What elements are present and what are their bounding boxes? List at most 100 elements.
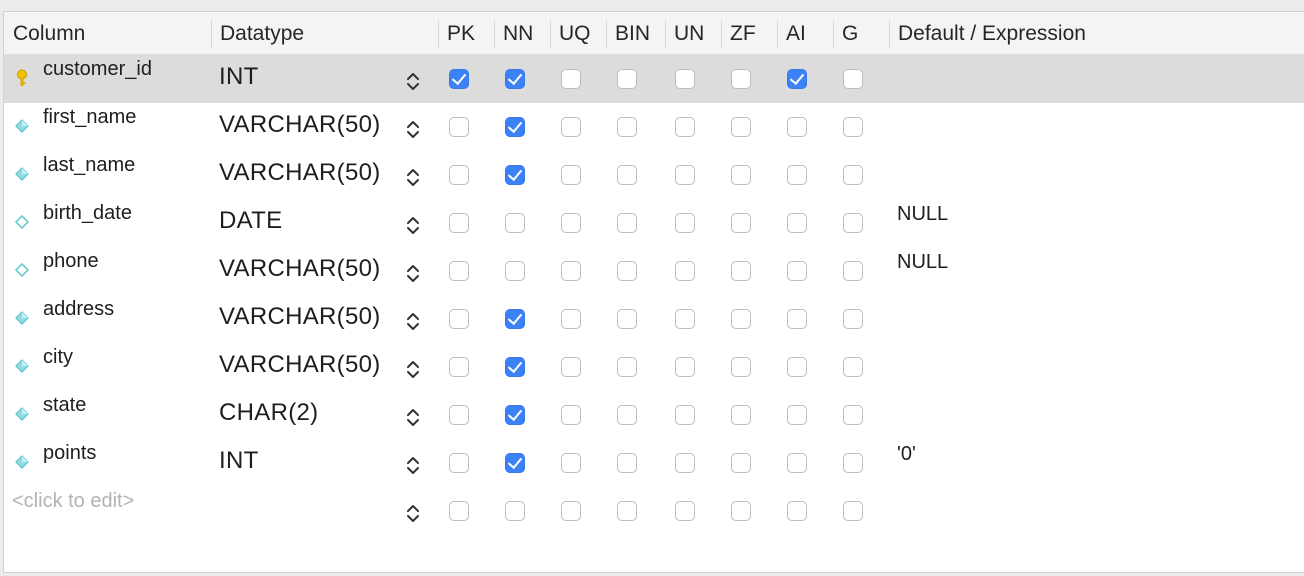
column-name-cell[interactable]: points <box>43 442 96 465</box>
uq-checkbox[interactable] <box>561 117 581 137</box>
ai-checkbox[interactable] <box>787 453 807 473</box>
datatype-stepper-icon[interactable] <box>404 501 422 525</box>
g-checkbox[interactable] <box>843 501 863 521</box>
table-row[interactable]: birth_date DATE NULL <box>4 199 1304 247</box>
pk-checkbox[interactable] <box>449 69 469 89</box>
un-checkbox[interactable] <box>675 165 695 185</box>
default-expression-cell[interactable]: NULL <box>897 203 948 226</box>
uq-checkbox[interactable] <box>561 261 581 281</box>
pk-checkbox[interactable] <box>449 405 469 425</box>
bin-checkbox[interactable] <box>617 453 637 473</box>
g-checkbox[interactable] <box>843 309 863 329</box>
column-name-cell[interactable]: last_name <box>43 154 135 177</box>
header-nn[interactable]: NN <box>494 12 533 54</box>
zf-checkbox[interactable] <box>731 309 751 329</box>
header-uq[interactable]: UQ <box>550 12 591 54</box>
table-row[interactable]: state CHAR(2) <box>4 391 1304 439</box>
g-checkbox[interactable] <box>843 69 863 89</box>
pk-checkbox[interactable] <box>449 453 469 473</box>
default-expression-cell[interactable]: NULL <box>897 251 948 274</box>
table-row[interactable]: last_name VARCHAR(50) <box>4 151 1304 199</box>
column-name-cell[interactable]: first_name <box>43 106 136 129</box>
table-row[interactable]: city VARCHAR(50) <box>4 343 1304 391</box>
bin-checkbox[interactable] <box>617 357 637 377</box>
nn-checkbox[interactable] <box>505 117 525 137</box>
bin-checkbox[interactable] <box>617 117 637 137</box>
pk-checkbox[interactable] <box>449 309 469 329</box>
nn-checkbox[interactable] <box>505 357 525 377</box>
header-bin[interactable]: BIN <box>606 12 650 54</box>
ai-checkbox[interactable] <box>787 309 807 329</box>
datatype-cell[interactable]: VARCHAR(50) <box>219 351 381 379</box>
zf-checkbox[interactable] <box>731 357 751 377</box>
header-pk[interactable]: PK <box>438 12 475 54</box>
ai-checkbox[interactable] <box>787 117 807 137</box>
pk-checkbox[interactable] <box>449 501 469 521</box>
table-row[interactable]: points INT '0' <box>4 439 1304 487</box>
uq-checkbox[interactable] <box>561 309 581 329</box>
bin-checkbox[interactable] <box>617 69 637 89</box>
zf-checkbox[interactable] <box>731 405 751 425</box>
column-name-cell[interactable]: state <box>43 394 86 417</box>
datatype-cell[interactable]: INT <box>219 63 259 91</box>
g-checkbox[interactable] <box>843 261 863 281</box>
header-un[interactable]: UN <box>665 12 704 54</box>
datatype-cell[interactable]: VARCHAR(50) <box>219 159 381 187</box>
un-checkbox[interactable] <box>675 309 695 329</box>
datatype-cell[interactable]: VARCHAR(50) <box>219 303 381 331</box>
pk-checkbox[interactable] <box>449 165 469 185</box>
column-name-cell[interactable]: address <box>43 298 114 321</box>
datatype-cell[interactable]: INT <box>219 447 259 475</box>
un-checkbox[interactable] <box>675 261 695 281</box>
datatype-stepper-icon[interactable] <box>404 405 422 429</box>
pk-checkbox[interactable] <box>449 357 469 377</box>
pk-checkbox[interactable] <box>449 261 469 281</box>
pk-checkbox[interactable] <box>449 117 469 137</box>
bin-checkbox[interactable] <box>617 309 637 329</box>
datatype-stepper-icon[interactable] <box>404 117 422 141</box>
datatype-cell[interactable]: DATE <box>219 207 282 235</box>
uq-checkbox[interactable] <box>561 501 581 521</box>
header-default-expression[interactable]: Default / Expression <box>889 12 1086 54</box>
pk-checkbox[interactable] <box>449 213 469 233</box>
datatype-cell[interactable]: VARCHAR(50) <box>219 111 381 139</box>
nn-checkbox[interactable] <box>505 453 525 473</box>
g-checkbox[interactable] <box>843 453 863 473</box>
zf-checkbox[interactable] <box>731 213 751 233</box>
nn-checkbox[interactable] <box>505 501 525 521</box>
table-row[interactable]: first_name VARCHAR(50) <box>4 103 1304 151</box>
un-checkbox[interactable] <box>675 357 695 377</box>
datatype-stepper-icon[interactable] <box>404 213 422 237</box>
nn-checkbox[interactable] <box>505 213 525 233</box>
default-expression-cell[interactable]: '0' <box>897 443 916 466</box>
column-name-cell[interactable]: birth_date <box>43 202 132 225</box>
g-checkbox[interactable] <box>843 357 863 377</box>
zf-checkbox[interactable] <box>731 453 751 473</box>
datatype-stepper-icon[interactable] <box>404 453 422 477</box>
zf-checkbox[interactable] <box>731 501 751 521</box>
column-name-cell[interactable]: city <box>43 346 73 369</box>
ai-checkbox[interactable] <box>787 261 807 281</box>
bin-checkbox[interactable] <box>617 405 637 425</box>
datatype-stepper-icon[interactable] <box>404 357 422 381</box>
ai-checkbox[interactable] <box>787 357 807 377</box>
un-checkbox[interactable] <box>675 69 695 89</box>
header-zf[interactable]: ZF <box>721 12 756 54</box>
header-column[interactable]: Column <box>4 12 85 54</box>
nn-checkbox[interactable] <box>505 165 525 185</box>
ai-checkbox[interactable] <box>787 165 807 185</box>
uq-checkbox[interactable] <box>561 453 581 473</box>
un-checkbox[interactable] <box>675 453 695 473</box>
uq-checkbox[interactable] <box>561 69 581 89</box>
uq-checkbox[interactable] <box>561 213 581 233</box>
ai-checkbox[interactable] <box>787 501 807 521</box>
g-checkbox[interactable] <box>843 117 863 137</box>
datatype-stepper-icon[interactable] <box>404 69 422 93</box>
header-g[interactable]: G <box>833 12 858 54</box>
un-checkbox[interactable] <box>675 405 695 425</box>
g-checkbox[interactable] <box>843 213 863 233</box>
bin-checkbox[interactable] <box>617 261 637 281</box>
click-to-edit-placeholder[interactable]: <click to edit> <box>12 490 134 513</box>
column-name-cell[interactable]: customer_id <box>43 58 152 81</box>
datatype-cell[interactable]: CHAR(2) <box>219 399 318 427</box>
